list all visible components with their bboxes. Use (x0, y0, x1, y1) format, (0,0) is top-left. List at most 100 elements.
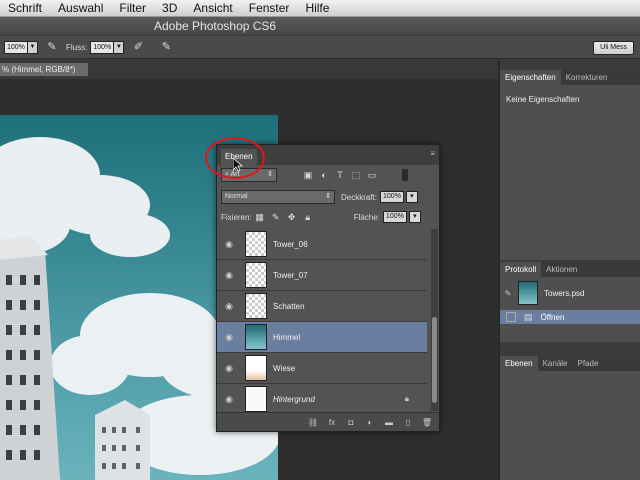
tab-korrekturen[interactable]: Korrekturen (561, 70, 613, 85)
visibility-eye-icon[interactable]: ◉ (217, 332, 241, 343)
layer-row-selected[interactable]: ◉ Himmel (217, 322, 427, 353)
properties-content: Keine Eigenschaften (506, 95, 580, 104)
filter-smartobject-icon[interactable]: ▭ (367, 170, 377, 180)
layer-mask-icon[interactable]: ◘ (344, 418, 358, 427)
adjustment-layer-icon[interactable]: ◐ (363, 418, 377, 427)
layer-opacity-input[interactable]: 100% (380, 191, 404, 203)
tab-eigenschaften[interactable]: Eigenschaften (500, 70, 561, 85)
layer-scrollbar[interactable] (431, 229, 438, 411)
visibility-eye-icon[interactable]: ◉ (217, 270, 241, 281)
pressure-opacity-icon[interactable]: ✎ (46, 41, 58, 53)
trash-icon[interactable]: 🗑︎ (420, 418, 434, 427)
layer-thumbnail (245, 262, 267, 288)
history-step-checkbox[interactable] (506, 312, 516, 322)
tab-pfade[interactable]: Pfade (573, 356, 604, 371)
menu-hilfe[interactable]: Hilfe (297, 1, 337, 15)
filter-shape-icon[interactable]: ⬚ (351, 170, 361, 180)
layer-thumbnail (245, 386, 267, 412)
app-title-bar: Adobe Photoshop CS6 (0, 17, 640, 35)
layer-thumbnail (245, 231, 267, 257)
layer-list: ◉ Tower_06 ◉ Tower_07 ◉ Schatten ◉ Himme… (217, 229, 431, 415)
lock-position-icon[interactable]: ✥ (287, 212, 297, 222)
snapshot-thumbnail (518, 281, 538, 305)
visibility-eye-icon[interactable]: ◉ (217, 394, 241, 405)
document-tab[interactable]: % (Himmel, RGB/8*) (0, 63, 88, 76)
lock-all-icon[interactable]: 🔒︎ (303, 212, 313, 222)
layer-row[interactable]: ◉ Hintergrund 🔒︎ (217, 384, 427, 415)
filter-toggle[interactable] (402, 169, 408, 181)
visibility-eye-icon[interactable]: ◉ (217, 301, 241, 312)
menu-filter[interactable]: Filter (111, 1, 154, 15)
snapshot-name: Towers.psd (544, 288, 585, 298)
layer-thumbnail (245, 355, 267, 381)
layers-panel[interactable]: Ebenen ≡ ⌕ Art ⇕ ▣ ◐ T ⬚ ▭ Normal ⇕ Deck… (216, 144, 440, 432)
menu-fenster[interactable]: Fenster (241, 1, 298, 15)
fill-input[interactable]: 100% (382, 211, 407, 223)
history-panel: Protokoll Aktionen ✎ Towers.psd ▤ Öffnen (500, 262, 640, 342)
chevron-down-icon: ⇕ (267, 171, 273, 178)
layer-name: Himmel (273, 332, 301, 342)
opacity-dropdown-arrow[interactable]: ▼ (28, 40, 38, 54)
pressure-size-icon[interactable]: ✎ (160, 41, 172, 53)
fill-dropdown[interactable]: ▾ (408, 211, 421, 223)
layer-name: Tower_06 (273, 239, 308, 249)
menu-bar: Schrift Auswahl Filter 3D Ansicht Fenste… (0, 0, 640, 17)
chevron-down-icon: ⇕ (325, 193, 331, 200)
layer-opacity-dropdown[interactable]: ▾ (405, 191, 418, 203)
layer-name: Schatten (273, 301, 305, 311)
menu-auswahl[interactable]: Auswahl (50, 1, 111, 15)
blend-mode-select[interactable]: Normal ⇕ (221, 190, 335, 204)
panel-menu-icon[interactable]: ≡ (430, 149, 435, 158)
blend-mode-value: Normal (225, 193, 248, 200)
new-layer-icon[interactable]: ▯ (401, 418, 415, 427)
filter-adjustment-icon[interactable]: ◐ (319, 170, 329, 180)
airbrush-icon[interactable]: ✐ (132, 41, 144, 53)
layer-name: Hintergrund (273, 394, 315, 404)
options-bar: 100% ▼ ✎ Fluss: 100% ▼ ✐ ✎ (0, 36, 640, 59)
layer-row[interactable]: ◉ Tower_07 (217, 260, 427, 291)
menu-schrift[interactable]: Schrift (0, 1, 50, 15)
lock-transparency-icon[interactable]: ▦ (255, 212, 265, 222)
visibility-eye-icon[interactable]: ◉ (217, 239, 241, 250)
lock-label: Fixieren: (221, 212, 252, 222)
layer-thumbnail (245, 324, 267, 350)
history-step-icon: ▤ (524, 311, 533, 322)
layer-name: Tower_07 (273, 270, 308, 280)
layer-row[interactable]: ◉ Wiese (217, 353, 427, 384)
visibility-eye-icon[interactable]: ◉ (217, 363, 241, 374)
properties-panel: Eigenschaften Korrekturen Keine Eigensch… (500, 70, 640, 260)
app-title: Adobe Photoshop CS6 (154, 19, 277, 33)
layer-row[interactable]: ◉ Tower_06 (217, 229, 427, 260)
menu-3d[interactable]: 3D (154, 1, 185, 15)
layer-style-icon[interactable]: fx (325, 418, 339, 427)
new-group-icon[interactable]: ▬ (382, 418, 396, 427)
workspace-button[interactable]: Uli Mess (593, 41, 634, 55)
history-step[interactable]: ▤ Öffnen (500, 310, 640, 324)
fill-label: Fläche: (353, 212, 380, 222)
history-snapshot[interactable]: ✎ Towers.psd (500, 280, 640, 306)
flow-input[interactable]: 100% (90, 40, 115, 54)
layers-dock-panel: Ebenen Kanäle Pfade (500, 356, 640, 480)
history-step-label: Öffnen (540, 312, 565, 322)
flow-label: Fluss: (66, 42, 88, 52)
layers-footer: ⛓ fx ◘ ◐ ▬ ▯ 🗑︎ (217, 412, 439, 431)
scrollbar-thumb[interactable] (432, 317, 437, 403)
tab-aktionen[interactable]: Aktionen (541, 262, 582, 277)
tab-ebenen[interactable]: Ebenen (500, 356, 538, 371)
layer-thumbnail (245, 293, 267, 319)
menu-ansicht[interactable]: Ansicht (185, 1, 240, 15)
opacity-input[interactable]: 100% (4, 40, 28, 54)
lock-icon: 🔒︎ (404, 394, 409, 403)
lock-image-icon[interactable]: ✎ (271, 212, 281, 222)
tab-kanaele[interactable]: Kanäle (538, 356, 573, 371)
mouse-cursor-icon (233, 158, 243, 172)
flow-dropdown-arrow[interactable]: ▼ (114, 40, 125, 54)
filter-type-icon[interactable]: T (335, 170, 345, 180)
link-layers-icon[interactable]: ⛓ (306, 418, 320, 427)
opacity-label: Deckkraft: (341, 192, 378, 202)
history-brush-icon: ✎ (504, 288, 512, 298)
blend-row: Normal ⇕ Deckkraft: 100% ▾ (217, 187, 439, 207)
layer-row[interactable]: ◉ Schatten (217, 291, 427, 322)
filter-pixel-icon[interactable]: ▣ (303, 170, 313, 180)
tab-protokoll[interactable]: Protokoll (500, 262, 542, 277)
